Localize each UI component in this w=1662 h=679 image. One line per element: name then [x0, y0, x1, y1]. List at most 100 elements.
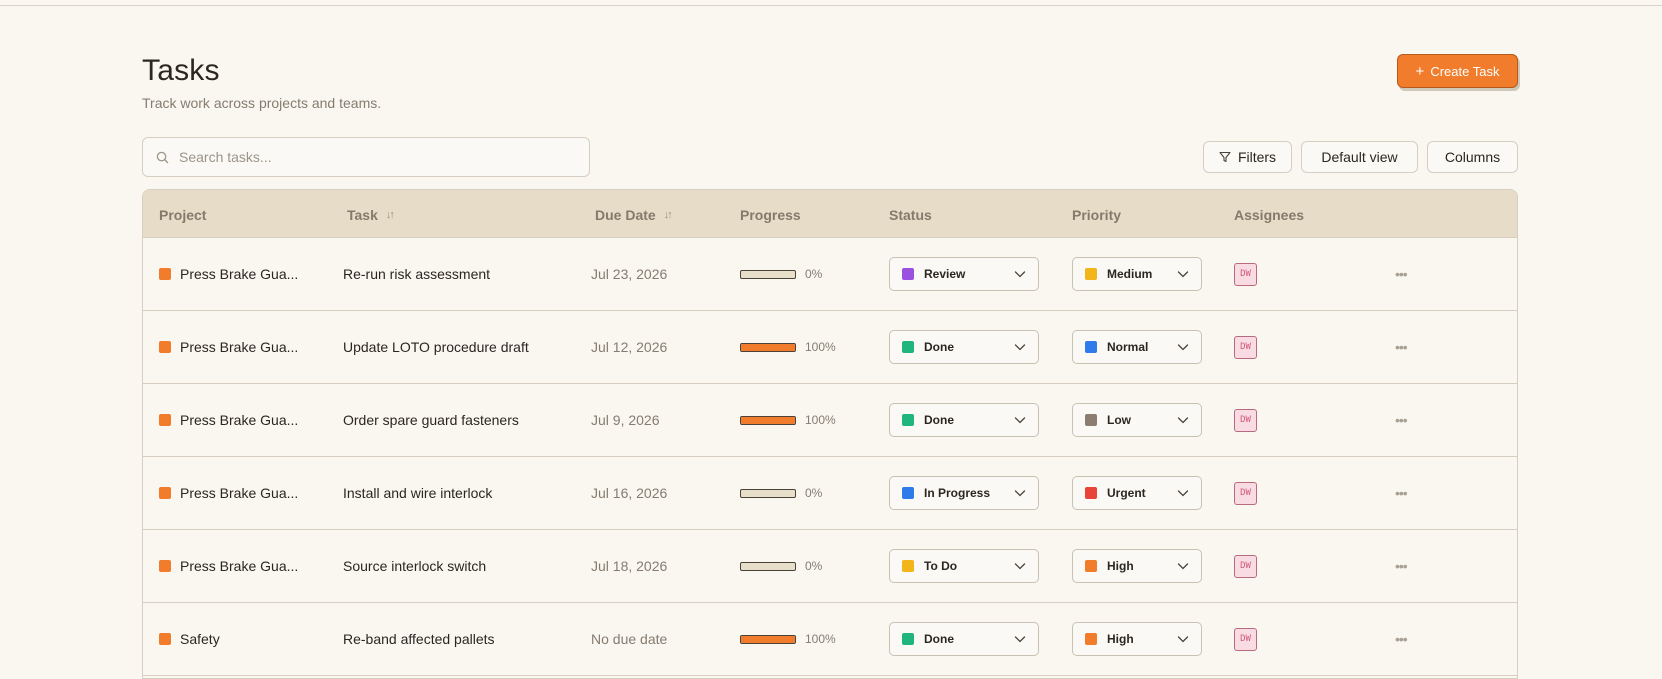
avatar[interactable]: DW: [1234, 627, 1257, 651]
table-body: Press Brake Gua... Re-run risk assessmen…: [143, 238, 1517, 676]
filters-button[interactable]: Filters: [1203, 141, 1292, 173]
column-header-assignees[interactable]: Assignees: [1234, 207, 1304, 223]
default-view-button[interactable]: Default view: [1301, 141, 1418, 173]
status-label: To Do: [924, 559, 958, 573]
priority-label: Low: [1107, 413, 1131, 427]
assignees-cell: DW: [1234, 238, 1257, 310]
table-row[interactable]: Press Brake Gua... Install and wire inte…: [143, 457, 1517, 530]
status-select[interactable]: Done: [889, 622, 1039, 656]
more-options-icon[interactable]: •••: [1395, 485, 1408, 501]
due-date: No due date: [591, 631, 668, 647]
project-cell[interactable]: Press Brake Gua...: [159, 530, 298, 602]
avatar[interactable]: DW: [1234, 481, 1257, 505]
table-row[interactable]: Press Brake Gua... Update LOTO procedure…: [143, 311, 1517, 384]
tasks-table: Project Task ↓↑ Due Date ↓↑ Progress Sta…: [142, 189, 1518, 679]
progress-cell: 0%: [740, 530, 822, 602]
priority-select[interactable]: Medium: [1072, 257, 1202, 291]
status-label: Done: [924, 413, 954, 427]
due-date: Jul 23, 2026: [591, 266, 668, 282]
priority-select[interactable]: Normal: [1072, 330, 1202, 364]
row-actions: •••: [1395, 384, 1408, 456]
due-date-cell[interactable]: Jul 9, 2026: [591, 384, 660, 456]
chevron-down-icon: [1014, 344, 1026, 351]
status-cell: Done: [889, 603, 1039, 675]
due-date-cell[interactable]: Jul 18, 2026: [591, 530, 667, 602]
task-cell[interactable]: Re-band affected pallets: [343, 603, 495, 675]
project-cell[interactable]: Press Brake Gua...: [159, 311, 298, 383]
due-date: Jul 9, 2026: [591, 412, 660, 428]
more-options-icon[interactable]: •••: [1395, 412, 1408, 428]
task-cell[interactable]: Re-run risk assessment: [343, 238, 490, 310]
status-select[interactable]: Review: [889, 257, 1039, 291]
column-header-due-date[interactable]: Due Date ↓↑: [595, 207, 673, 223]
chevron-down-icon: [1014, 636, 1026, 643]
project-cell[interactable]: Safety: [159, 603, 220, 675]
progress-bar-fill: [741, 635, 795, 643]
assignees-cell: DW: [1234, 530, 1257, 602]
avatar[interactable]: DW: [1234, 554, 1257, 578]
table-row[interactable]: Safety Re-band affected pallets No due d…: [143, 603, 1517, 676]
avatar[interactable]: DW: [1234, 262, 1257, 286]
due-date-cell[interactable]: Jul 23, 2026: [591, 238, 667, 310]
priority-select[interactable]: Urgent: [1072, 476, 1202, 510]
task-cell[interactable]: Update LOTO procedure draft: [343, 311, 529, 383]
task-cell[interactable]: Order spare guard fasteners: [343, 384, 519, 456]
priority-select[interactable]: High: [1072, 549, 1202, 583]
row-actions: •••: [1395, 603, 1408, 675]
progress-percent: 0%: [805, 486, 823, 500]
progress-bar: [740, 269, 796, 279]
project-cell[interactable]: Press Brake Gua...: [159, 457, 298, 529]
task-name: Re-run risk assessment: [343, 266, 491, 282]
table-row[interactable]: Press Brake Gua... Order spare guard fas…: [143, 384, 1517, 457]
more-options-icon[interactable]: •••: [1395, 339, 1408, 355]
status-select[interactable]: To Do: [889, 549, 1039, 583]
column-header-label: Task: [347, 207, 378, 223]
status-select[interactable]: Done: [889, 403, 1039, 437]
table-row[interactable]: Press Brake Gua... Source interlock swit…: [143, 530, 1517, 603]
progress-bar-fill: [741, 416, 795, 424]
create-task-button[interactable]: + Create Task: [1397, 54, 1518, 88]
due-date: Jul 16, 2026: [591, 485, 668, 501]
progress-bar: [740, 634, 796, 644]
status-label: Done: [924, 632, 954, 646]
project-cell[interactable]: Press Brake Gua...: [159, 384, 298, 456]
avatar[interactable]: DW: [1234, 335, 1257, 359]
project-cell[interactable]: Press Brake Gua...: [159, 238, 298, 310]
status-select[interactable]: Done: [889, 330, 1039, 364]
task-cell[interactable]: Source interlock switch: [343, 530, 486, 602]
column-header-progress[interactable]: Progress: [740, 207, 801, 223]
table-row[interactable]: Press Brake Gua... Re-run risk assessmen…: [143, 238, 1517, 311]
search-input[interactable]: Search tasks...: [142, 137, 590, 177]
columns-label: Columns: [1444, 149, 1501, 165]
project-name: Press Brake Gua...: [180, 485, 299, 501]
priority-color-swatch: [1085, 414, 1097, 426]
progress-bar: [740, 415, 796, 425]
priority-label: Medium: [1107, 267, 1153, 281]
priority-cell: High: [1072, 603, 1202, 675]
status-select[interactable]: In Progress: [889, 476, 1039, 510]
priority-select[interactable]: High: [1072, 622, 1202, 656]
due-date-cell[interactable]: Jul 16, 2026: [591, 457, 667, 529]
columns-button[interactable]: Columns: [1427, 141, 1518, 173]
column-header-status[interactable]: Status: [889, 207, 932, 223]
task-cell[interactable]: Install and wire interlock: [343, 457, 492, 529]
status-color-swatch: [902, 633, 914, 645]
priority-select[interactable]: Low: [1072, 403, 1202, 437]
chevron-down-icon: [1177, 636, 1189, 643]
due-date-cell[interactable]: No due date: [591, 603, 667, 675]
priority-label: High: [1107, 559, 1134, 573]
column-header-project[interactable]: Project: [159, 207, 206, 223]
column-header-priority[interactable]: Priority: [1072, 207, 1121, 223]
priority-label: Normal: [1107, 340, 1149, 354]
status-color-swatch: [902, 487, 914, 499]
more-options-icon[interactable]: •••: [1395, 266, 1408, 282]
sort-icon: ↓↑: [385, 209, 395, 221]
more-options-icon[interactable]: •••: [1395, 631, 1408, 647]
status-color-swatch: [902, 414, 914, 426]
table-header: Project Task ↓↑ Due Date ↓↑ Progress Sta…: [143, 190, 1517, 238]
row-actions: •••: [1395, 311, 1408, 383]
due-date-cell[interactable]: Jul 12, 2026: [591, 311, 667, 383]
more-options-icon[interactable]: •••: [1395, 558, 1408, 574]
column-header-task[interactable]: Task ↓↑: [347, 207, 395, 223]
avatar[interactable]: DW: [1234, 408, 1257, 432]
